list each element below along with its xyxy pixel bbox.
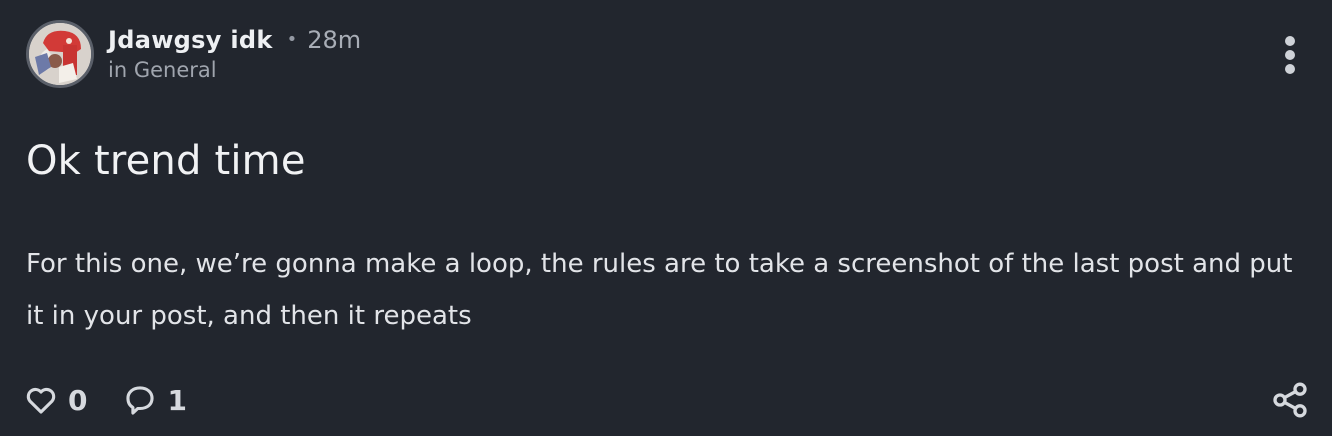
like-button[interactable]: 0 — [24, 383, 87, 417]
post-meta: Jdawgsy idk • 28m — [108, 24, 361, 56]
post-actions: 0 1 — [24, 380, 223, 420]
avatar[interactable] — [26, 20, 94, 88]
post-card: Jdawgsy idk • 28m in General Ok trend ti… — [0, 0, 1332, 436]
post-title: Ok trend time — [26, 138, 306, 184]
post-body: For this one, we’re gonna make a loop, t… — [26, 249, 1293, 331]
comment-icon — [126, 386, 155, 415]
like-count: 0 — [68, 383, 88, 417]
heart-icon — [26, 387, 56, 414]
community-label[interactable]: in General — [108, 58, 217, 82]
share-button[interactable] — [1270, 380, 1310, 420]
post-timestamp: 28m — [307, 26, 362, 54]
comment-button[interactable]: 1 — [123, 383, 187, 417]
comment-count: 1 — [167, 383, 187, 417]
share-icon — [1273, 382, 1307, 418]
meta-separator: • — [286, 28, 298, 50]
more-options-button[interactable] — [1272, 32, 1308, 78]
author-name[interactable]: Jdawgsy idk — [108, 26, 273, 54]
more-vertical-icon — [1285, 36, 1295, 46]
avatar-image — [29, 23, 91, 85]
